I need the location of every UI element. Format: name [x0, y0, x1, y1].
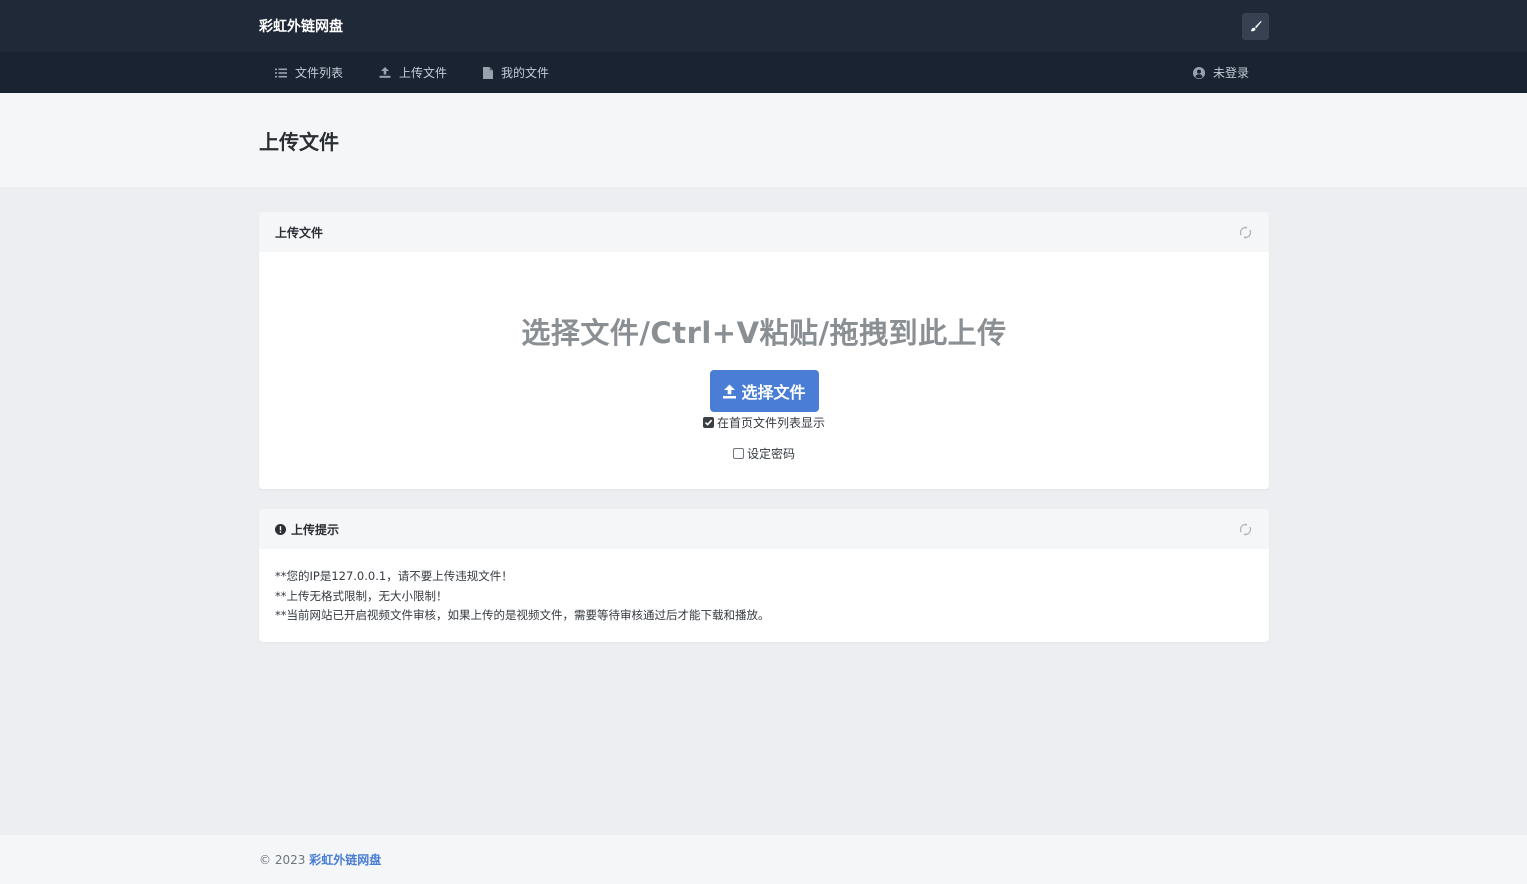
upload-drop-zone[interactable]: 选择文件/Ctrl+V粘贴/拖拽到此上传 选择文件 在首页文件列表显示 设定密码 — [259, 252, 1269, 462]
copyright-text: © 2023 — [259, 853, 306, 867]
upload-card-header: 上传文件 — [259, 212, 1269, 252]
theme-toggle-button[interactable] — [1242, 12, 1269, 40]
nav-item-my-files[interactable]: 我的文件 — [483, 64, 549, 81]
nav-item-file-list[interactable]: 文件列表 — [275, 64, 343, 81]
nav-user-login[interactable]: 未登录 — [1192, 64, 1269, 81]
nav-item-upload[interactable]: 上传文件 — [379, 64, 447, 81]
tips-card-title-row: 上传提示 — [275, 521, 339, 538]
page-title: 上传文件 — [259, 130, 339, 154]
tip-line: **上传无格式限制，无大小限制！ — [275, 588, 448, 603]
set-password-label: 设定密码 — [746, 447, 795, 461]
file-icon — [483, 66, 494, 79]
show-on-home-option[interactable]: 在首页文件列表显示 — [259, 414, 1269, 431]
list-icon — [275, 68, 287, 78]
refresh-icon[interactable] — [1237, 224, 1253, 240]
show-on-home-label: 在首页文件列表显示 — [716, 416, 825, 430]
user-status-label: 未登录 — [1212, 66, 1249, 80]
tips-body: **您的IP是127.0.0.1，请不要上传违规文件！ **上传无格式限制，无大… — [259, 549, 1269, 626]
top-bar: 彩虹外链网盘 — [0, 0, 1527, 52]
nav-item-label: 上传文件 — [399, 66, 448, 80]
upload-tips-card: 上传提示 **您的IP是127.0.0.1，请不要上传违规文件！ **上传无格式… — [259, 509, 1269, 642]
refresh-icon[interactable] — [1237, 521, 1253, 537]
choose-file-label: 选择文件 — [741, 383, 806, 402]
footer-site-link[interactable]: 彩虹外链网盘 — [309, 853, 381, 867]
set-password-option[interactable]: 设定密码 — [259, 445, 1269, 462]
user-circle-icon — [1192, 66, 1205, 79]
nav-item-label: 我的文件 — [501, 66, 550, 80]
upload-card-title: 上传文件 — [275, 225, 324, 240]
nav-bar: 文件列表 上传文件 我的文件 未登录 — [0, 52, 1527, 93]
tip-line: **您的IP是127.0.0.1，请不要上传违规文件！ — [275, 569, 513, 583]
upload-icon — [379, 67, 391, 78]
tips-card-title: 上传提示 — [291, 522, 340, 537]
tip-line: **当前网站已开启视频文件审核，如果上传的是视频文件，需要等待审核通过后才能下载… — [275, 608, 770, 622]
set-password-checkbox[interactable] — [732, 448, 744, 459]
nav-menu: 文件列表 上传文件 我的文件 — [259, 64, 585, 81]
tips-card-header: 上传提示 — [259, 509, 1269, 549]
upload-icon — [722, 384, 737, 399]
info-circle-icon — [275, 523, 286, 535]
page-header: 上传文件 — [0, 93, 1527, 187]
show-on-home-checkbox[interactable] — [702, 417, 714, 428]
footer: © 2023 彩虹外链网盘 — [0, 835, 1527, 884]
upload-card: 上传文件 选择文件/Ctrl+V粘贴/拖拽到此上传 选择文件 在首页文件列表显示… — [259, 212, 1269, 489]
main-content: 上传文件 选择文件/Ctrl+V粘贴/拖拽到此上传 选择文件 在首页文件列表显示… — [259, 212, 1269, 642]
brush-icon — [1250, 17, 1262, 36]
nav-item-label: 文件列表 — [295, 66, 344, 80]
site-brand[interactable]: 彩虹外链网盘 — [259, 16, 343, 36]
choose-file-button[interactable]: 选择文件 — [709, 370, 819, 412]
upload-heading: 选择文件/Ctrl+V粘贴/拖拽到此上传 — [521, 316, 1007, 350]
